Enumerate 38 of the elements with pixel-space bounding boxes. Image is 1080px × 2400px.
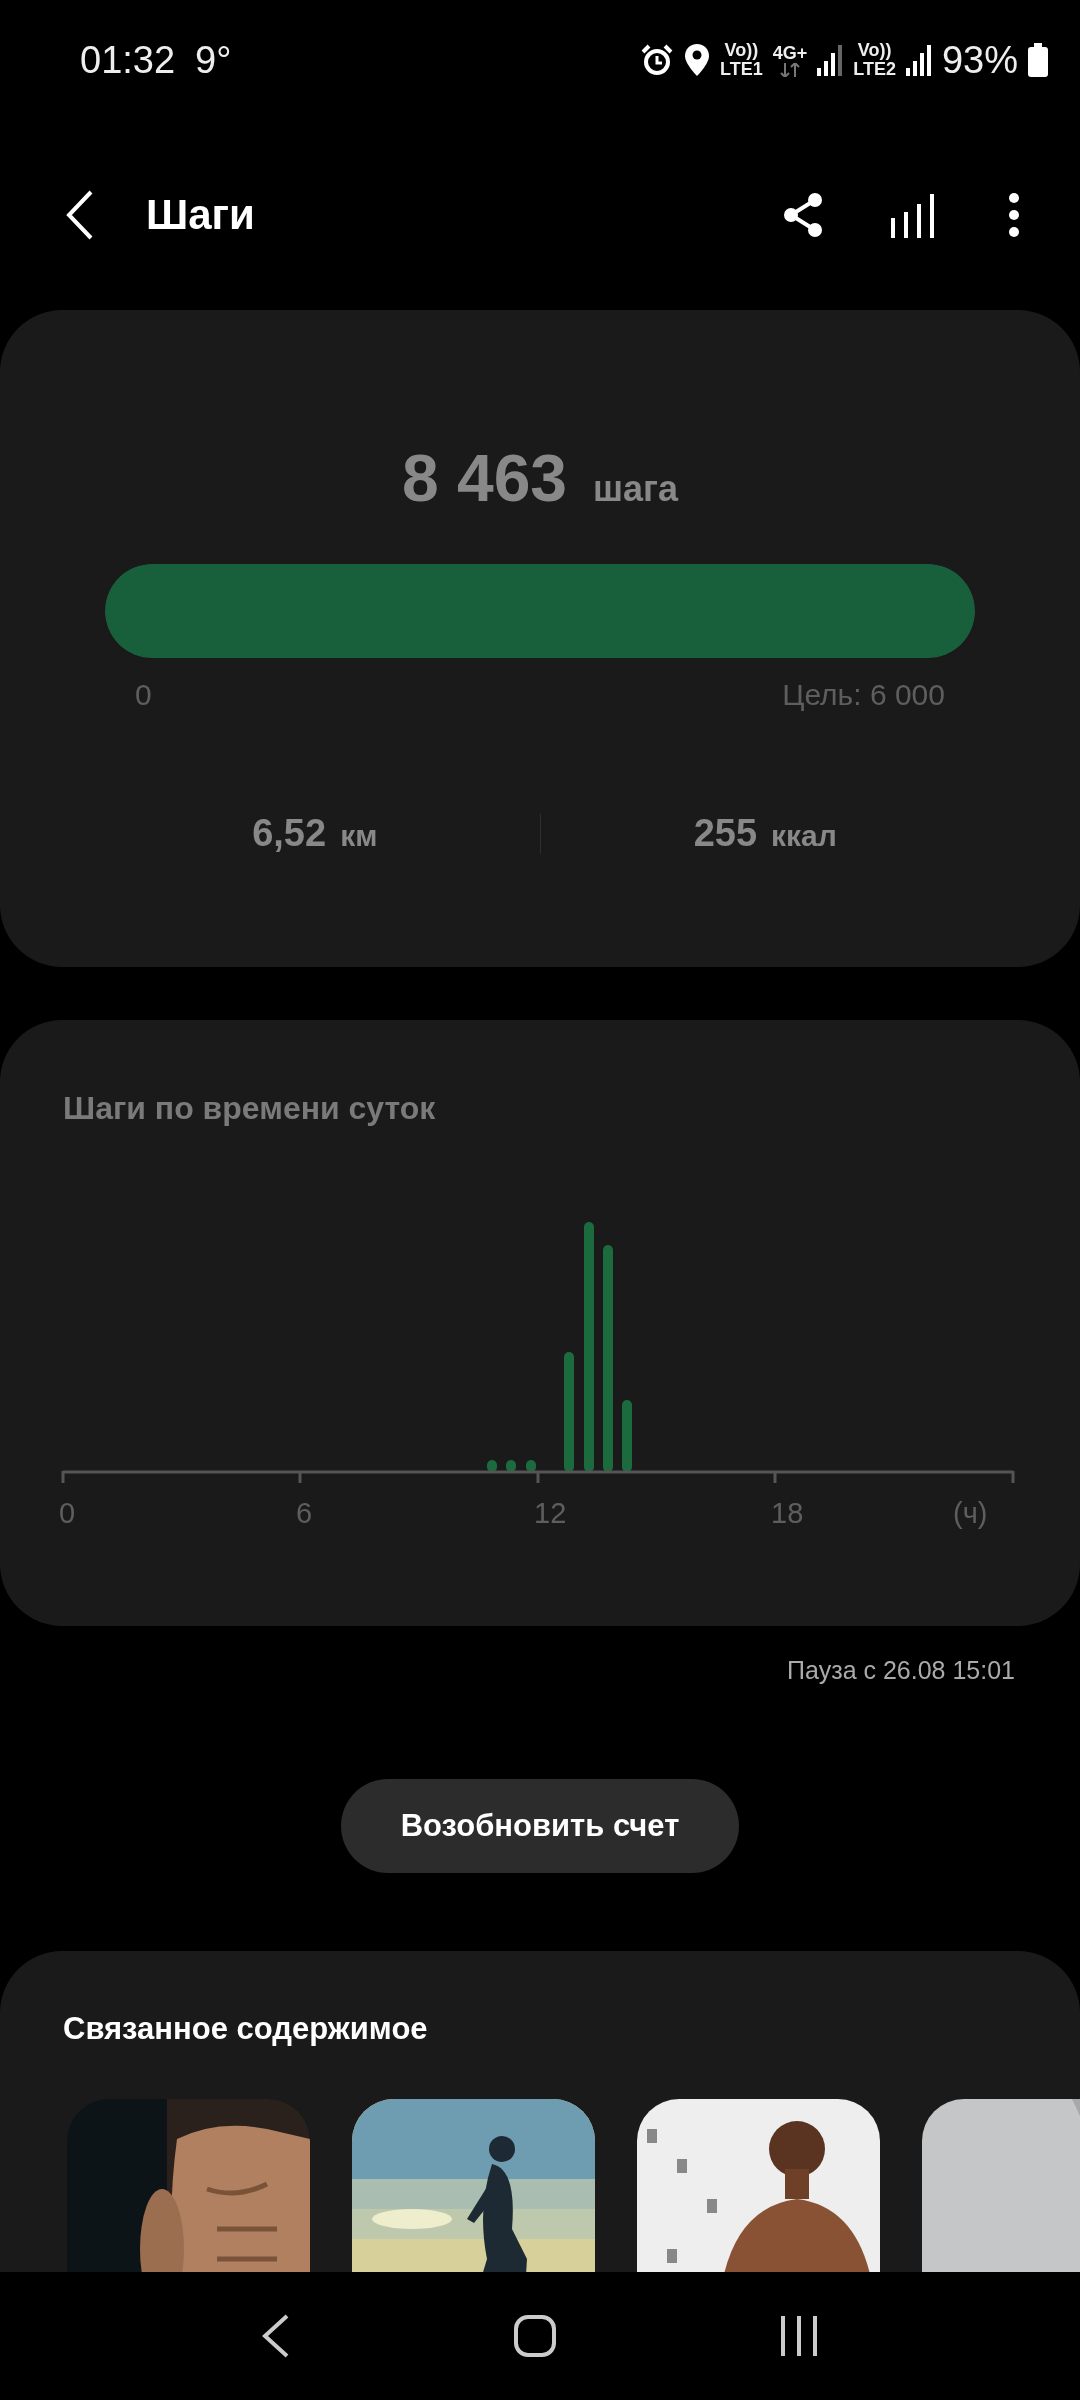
signal-icon — [905, 44, 932, 76]
battery-percent: 93% — [941, 38, 1018, 82]
stat-unit: км — [340, 819, 378, 853]
axis-label: (ч) — [953, 1497, 988, 1530]
stat-value: 6,52 — [252, 812, 327, 855]
axis-label: 12 — [534, 1497, 567, 1530]
goal-label: Цель: 6 000 — [782, 678, 945, 712]
section-title: Связанное содержимое — [63, 2011, 429, 2047]
share-icon[interactable] — [782, 192, 824, 238]
clock: 01:32 — [80, 38, 176, 82]
signal-icon — [817, 44, 844, 76]
more-icon[interactable] — [1008, 193, 1020, 237]
step-unit: шага — [593, 468, 679, 510]
volte-label: Vo)) — [857, 41, 892, 60]
stat-value: 255 — [693, 812, 758, 855]
bar-chart-icon[interactable] — [890, 192, 936, 238]
data-arrows-icon — [778, 62, 802, 77]
axis-label: 6 — [296, 1497, 313, 1530]
data-label: 4G+ — [772, 43, 808, 63]
location-icon — [684, 43, 711, 77]
page-title: Шаги — [146, 191, 255, 239]
progress-start: 0 — [135, 678, 152, 712]
home-icon[interactable] — [514, 2315, 556, 2357]
axis-label: 0 — [59, 1497, 76, 1530]
temperature: 9° — [195, 38, 232, 82]
stat-unit: ккал — [771, 819, 837, 853]
recents-icon[interactable] — [778, 2316, 819, 2356]
chart-title: Шаги по времени суток — [63, 1090, 437, 1127]
resume-button[interactable]: Возобновить счет — [340, 1779, 740, 1873]
network-label: LTE1 — [720, 60, 763, 79]
alarm-icon — [640, 43, 675, 77]
back-icon[interactable] — [66, 190, 94, 240]
pause-note: Пауза с 26.08 15:01 — [787, 1656, 1015, 1686]
step-count: 8 463 — [401, 440, 568, 516]
battery-icon — [1028, 43, 1048, 77]
network-label: LTE2 — [853, 60, 896, 79]
volte-label: Vo)) — [724, 41, 759, 60]
axis-label: 18 — [771, 1497, 804, 1530]
